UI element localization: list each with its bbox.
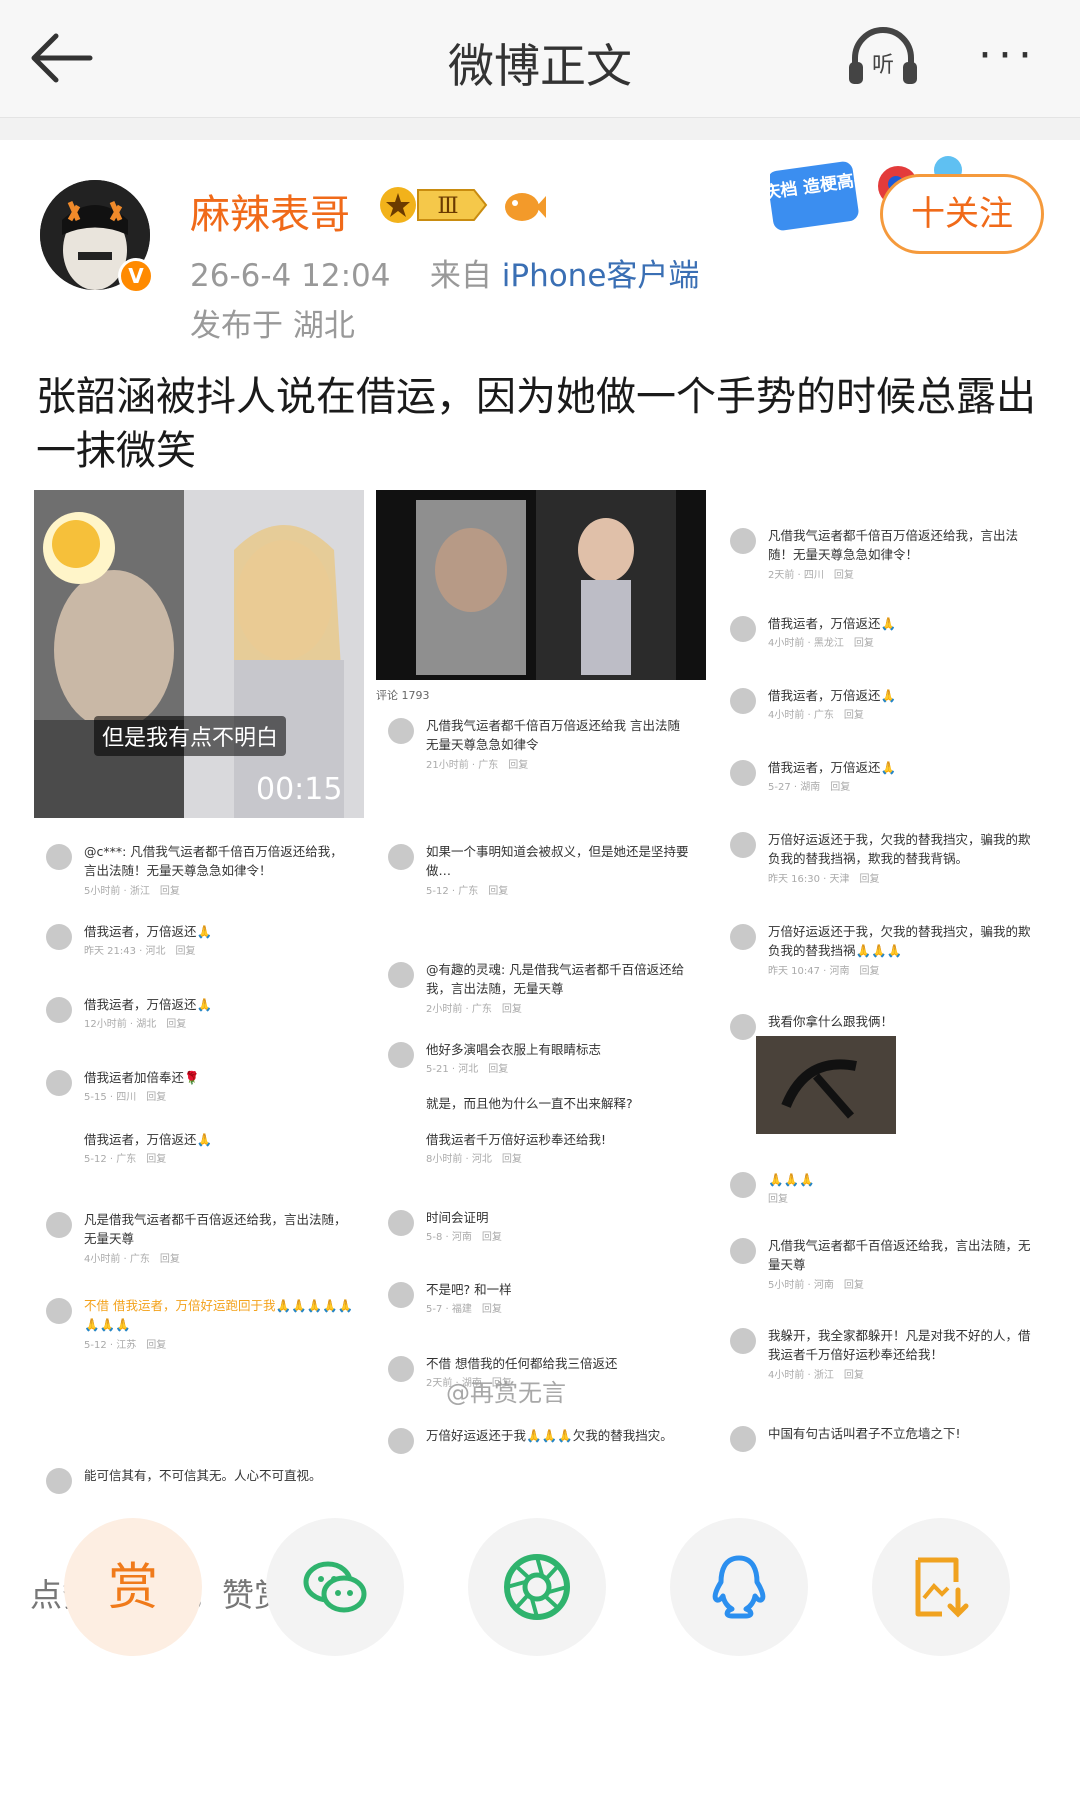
moments-share-button[interactable]: [468, 1518, 606, 1656]
video-duration: 00:15: [256, 772, 343, 807]
svg-text:听: 听: [872, 53, 894, 78]
video-subtitle: 但是我有点不明白: [94, 716, 287, 756]
camera-aperture-icon: [504, 1554, 570, 1620]
follow-button[interactable]: 十关注: [880, 174, 1044, 254]
qq-penguin-icon: [712, 1555, 766, 1619]
comment-tab[interactable]: 评论 1793: [376, 686, 706, 705]
reward-label: 赏: [108, 1558, 158, 1616]
qq-share-button[interactable]: [670, 1518, 808, 1656]
listen-headphones-icon[interactable]: 听: [845, 22, 921, 92]
video-frame: [34, 490, 364, 818]
screenshot-column-2[interactable]: 评论 1793 凡借我气运者都千倍百万倍返还给我 言出法随 无量天尊急急如律令 2…: [376, 490, 706, 1500]
back-arrow-icon[interactable]: [26, 28, 102, 88]
image-watermark: @再赏无言: [446, 1379, 566, 1407]
svg-text:Ⅲ: Ⅲ: [437, 194, 458, 219]
post-location: 发布于 湖北: [190, 308, 355, 344]
vip-level-badge: Ⅲ: [380, 187, 488, 223]
source-prefix: 来自: [429, 258, 492, 294]
more-options-icon[interactable]: ···: [978, 34, 1048, 78]
fish-icon: [505, 193, 546, 221]
save-image-button[interactable]: [872, 1518, 1010, 1656]
post-meta: 26-6-4 12:04 来自 iPhone客户端: [190, 250, 699, 295]
verified-badge: V: [118, 258, 154, 294]
wechat-share-button[interactable]: [266, 1518, 404, 1656]
wechat-icon: [303, 1561, 367, 1613]
post-source[interactable]: iPhone客户端: [502, 258, 700, 294]
save-image-icon: [915, 1557, 969, 1618]
post-image-collage[interactable]: 但是我有点不明白 00:15 @c***: 凡借我气运者都千倍百万倍返还给我，言…: [34, 490, 1048, 1500]
screenshot-column-3[interactable]: 凡借我气运者都千倍百万倍返还给我，言出法随！无量天尊急急如律令！ 2天前 · 四川…: [718, 490, 1048, 1500]
screenshot-column-1[interactable]: 但是我有点不明白 00:15 @c***: 凡借我气运者都千倍百万倍返还给我，言…: [34, 490, 364, 1500]
video-thumbnail[interactable]: 但是我有点不明白 00:15: [34, 490, 364, 818]
post-datetime: 26-6-4 12:04: [190, 258, 391, 294]
top-bar: 微博正文 听 ···: [0, 0, 1080, 118]
comment-image: [756, 1036, 896, 1134]
username[interactable]: 麻辣表哥: [190, 182, 350, 240]
video-thumbnail-2: [376, 490, 706, 680]
reward-button[interactable]: 赏: [64, 1518, 202, 1656]
post-text: 张韶涵被抖人说在借运，因为她做一个手势的时候总露出一抹微笑: [36, 374, 1036, 474]
